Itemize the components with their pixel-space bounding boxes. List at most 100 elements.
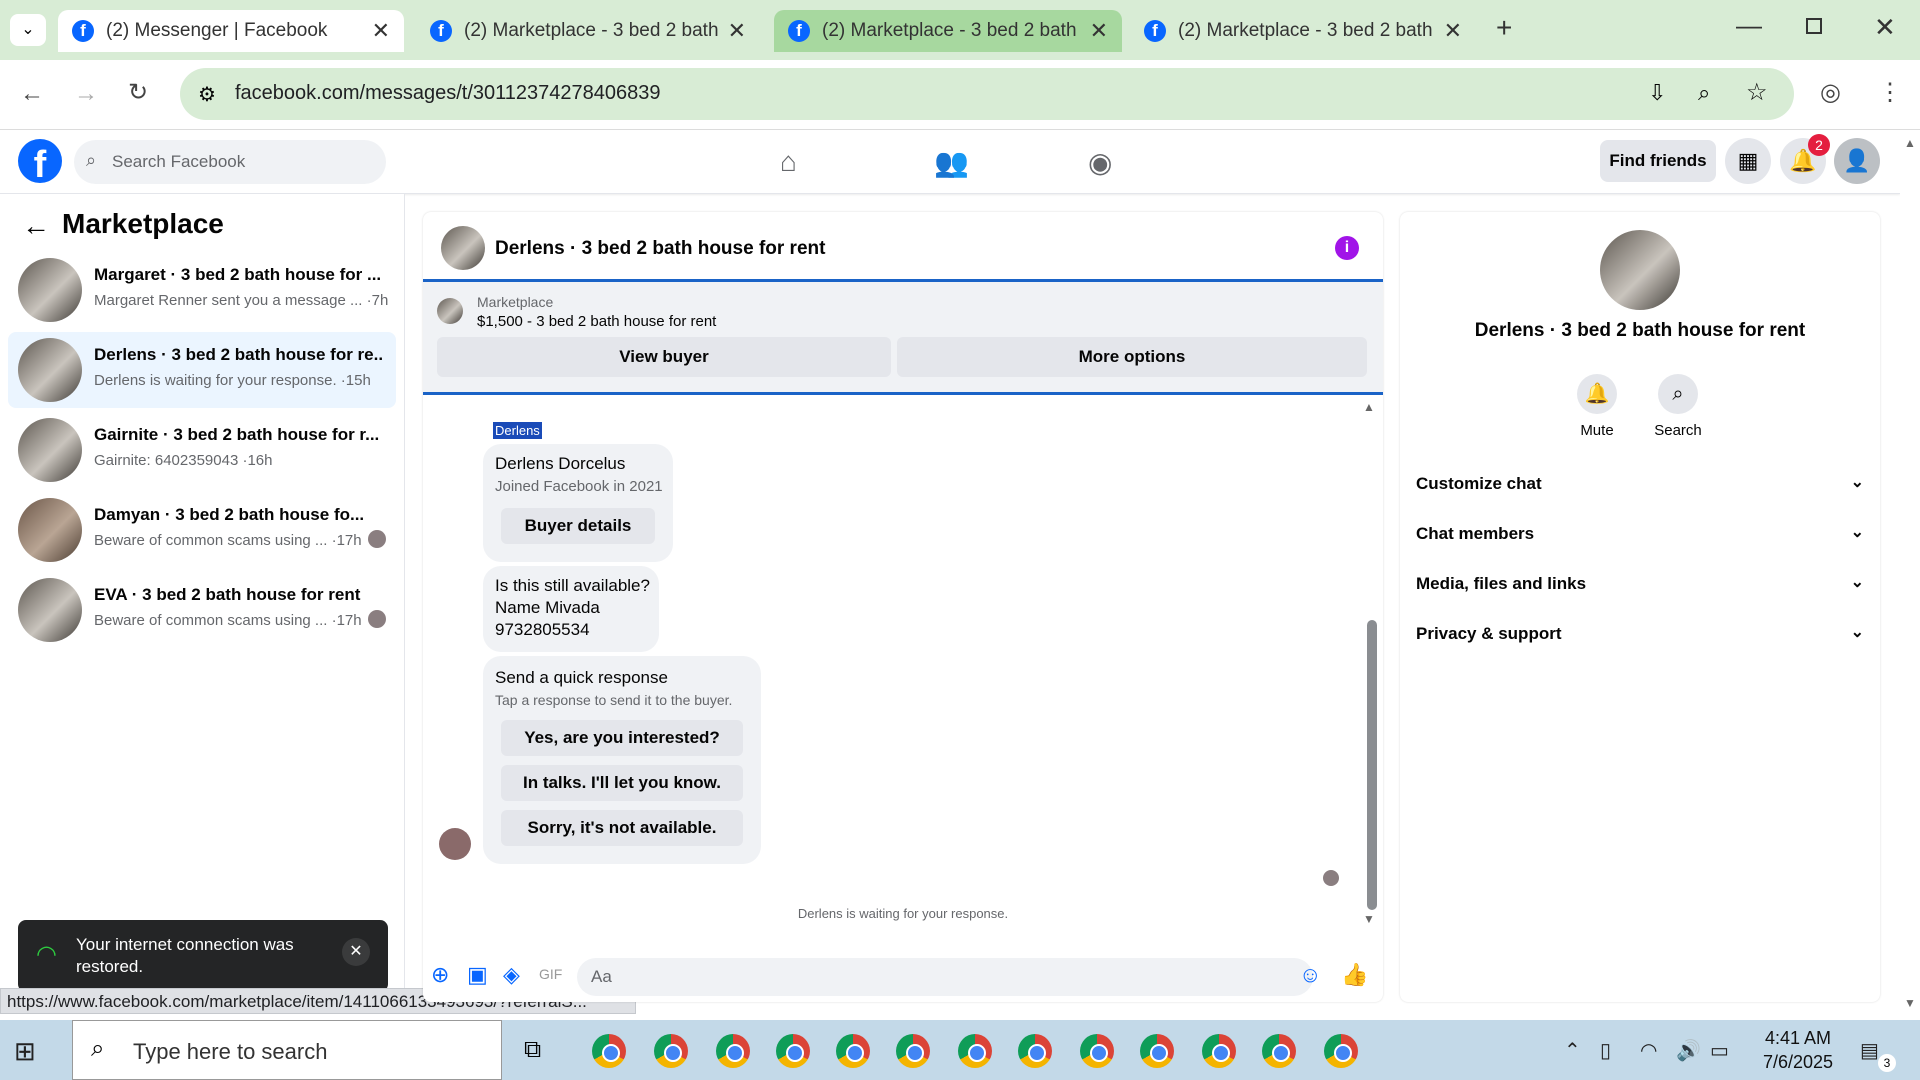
network-icon[interactable]: ◠	[1640, 1038, 1657, 1063]
windows-start-icon[interactable]: ⊞	[14, 1036, 36, 1067]
minimize-window-icon[interactable]: —	[1736, 10, 1762, 41]
friends-icon[interactable]: 👥	[934, 146, 969, 179]
chrome-taskbar-icon[interactable]	[836, 1034, 870, 1068]
profile-icon[interactable]: ◎	[1820, 78, 1841, 107]
scroll-down-arrow[interactable]: ▼	[1363, 912, 1375, 926]
sidebar-title: Marketplace	[62, 208, 224, 239]
find-friends-button[interactable]: Find friends	[1600, 140, 1716, 182]
groups-icon[interactable]: ◉	[1088, 146, 1112, 179]
facebook-search-input[interactable]: ⌕ Search Facebook	[74, 140, 386, 184]
sticker-icon[interactable]: ◈	[503, 962, 520, 988]
back-arrow-icon[interactable]: ←	[22, 210, 50, 242]
chrome-taskbar-icon[interactable]	[1140, 1034, 1174, 1068]
like-thumb-icon[interactable]: 👍	[1341, 962, 1368, 988]
tab-marketplace-1[interactable]: f (2) Marketplace - 3 bed 2 bath h ✕	[416, 10, 760, 52]
conversation-item[interactable]: EVA · 3 bed 2 bath house for rent Beware…	[8, 572, 396, 648]
menu-grid-icon[interactable]: ▦	[1725, 138, 1771, 184]
add-icon[interactable]: ⊕	[431, 962, 449, 988]
quick-response-button[interactable]: In talks. I'll let you know.	[501, 765, 743, 801]
chat-members-section[interactable]: Chat members ⌄	[1416, 512, 1864, 556]
gif-icon[interactable]: GIF	[539, 966, 562, 982]
customize-chat-section[interactable]: Customize chat ⌄	[1416, 462, 1864, 506]
chrome-taskbar-icon[interactable]	[592, 1034, 626, 1068]
page-scrollbar[interactable]: ▲ ▼	[1900, 130, 1920, 1014]
back-icon[interactable]: ←	[20, 80, 44, 108]
close-tab-icon[interactable]: ✕	[1444, 18, 1462, 44]
new-tab-icon[interactable]: +	[1496, 12, 1512, 44]
show-hidden-icons-chevron[interactable]: ⌃	[1564, 1038, 1581, 1063]
tab-messenger[interactable]: f (2) Messenger | Facebook ✕	[58, 10, 404, 52]
conversation-item[interactable]: Margaret · 3 bed 2 bath house for ... Ma…	[8, 252, 396, 328]
site-info-icon[interactable]: ⚙	[198, 82, 216, 107]
chrome-taskbar-icon[interactable]	[1324, 1034, 1358, 1068]
close-window-icon[interactable]: ✕	[1874, 12, 1896, 43]
address-bar[interactable]: ⚙ facebook.com/messages/t/30112374278406…	[180, 68, 1794, 120]
taskbar-clock[interactable]: 4:41 AM 7/6/2025	[1748, 1026, 1848, 1074]
zoom-icon[interactable]: ⌕	[1698, 80, 1710, 106]
quick-response-button[interactable]: Sorry, it's not available.	[501, 810, 743, 846]
conversation-item[interactable]: Gairnite · 3 bed 2 bath house for r... G…	[8, 412, 396, 488]
message-input[interactable]	[577, 958, 1313, 996]
chrome-taskbar-icon[interactable]	[654, 1034, 688, 1068]
tab-marketplace-2-active[interactable]: f (2) Marketplace - 3 bed 2 bath h ✕	[774, 10, 1122, 52]
task-view-icon[interactable]: ⧉	[524, 1036, 541, 1064]
sender-avatar[interactable]	[439, 828, 471, 860]
chrome-taskbar-icon[interactable]	[776, 1034, 810, 1068]
mute-button[interactable]: 🔔 Mute	[1557, 374, 1637, 439]
install-app-icon[interactable]: ⇩	[1648, 80, 1666, 106]
home-icon[interactable]: ⌂	[780, 146, 797, 178]
info-icon[interactable]: i	[1335, 236, 1359, 260]
conversation-item-active[interactable]: Derlens · 3 bed 2 bath house for re... D…	[8, 332, 396, 408]
facebook-logo[interactable]: f	[18, 139, 62, 183]
close-tab-icon[interactable]: ✕	[1090, 18, 1108, 44]
avatar[interactable]	[441, 226, 485, 270]
chrome-taskbar-icon[interactable]	[896, 1034, 930, 1068]
buyer-details-button[interactable]: Buyer details	[501, 508, 655, 544]
more-options-button[interactable]: More options	[897, 337, 1367, 377]
conversation-preview: Derlens is waiting for your response. ·1…	[94, 372, 371, 389]
quick-response-button[interactable]: Yes, are you interested?	[501, 720, 743, 756]
taskbar-search-box[interactable]: ⌕ Type here to search	[72, 1020, 502, 1080]
quick-response-subtitle: Tap a response to send it to the buyer.	[495, 692, 733, 708]
media-files-links-section[interactable]: Media, files and links ⌄	[1416, 562, 1864, 606]
toast-close-button[interactable]: ✕	[342, 938, 370, 966]
quick-response-title: Send a quick response	[495, 668, 668, 687]
browser-menu-icon[interactable]: ⋮	[1878, 78, 1902, 107]
emoji-icon[interactable]: ☺	[1299, 962, 1321, 988]
toast-message: Your internet connection was restored.	[76, 935, 294, 976]
chrome-taskbar-icon[interactable]	[958, 1034, 992, 1068]
search-conversation-button[interactable]: ⌕ Search	[1638, 374, 1718, 439]
forward-icon[interactable]: →	[74, 80, 98, 108]
device-icon[interactable]: ▯	[1600, 1038, 1611, 1063]
item-thumbnail[interactable]	[437, 298, 463, 324]
close-tab-icon[interactable]: ✕	[372, 18, 390, 44]
tab-search-dropdown-icon[interactable]: ⌄	[10, 14, 46, 46]
volume-icon[interactable]: 🔊	[1676, 1038, 1701, 1063]
chrome-taskbar-icon[interactable]	[1262, 1034, 1296, 1068]
chrome-taskbar-icon-active[interactable]	[716, 1034, 750, 1068]
avatar[interactable]	[1600, 230, 1680, 310]
conversation-item[interactable]: Damyan · 3 bed 2 bath house fo... Beware…	[8, 492, 396, 568]
search-icon: ⌕	[91, 1035, 105, 1062]
photo-icon[interactable]: ▣	[467, 962, 488, 988]
action-center-icon[interactable]: ▤	[1860, 1038, 1879, 1063]
privacy-support-section[interactable]: Privacy & support ⌄	[1416, 612, 1864, 656]
listing-title[interactable]: $1,500 - 3 bed 2 bath house for rent	[477, 313, 716, 330]
close-tab-icon[interactable]: ✕	[728, 18, 746, 44]
chrome-taskbar-icon[interactable]	[1202, 1034, 1236, 1068]
page-scroll-up-arrow[interactable]: ▲	[1904, 136, 1916, 150]
reload-icon[interactable]: ↻	[128, 78, 148, 107]
tab-marketplace-3[interactable]: f (2) Marketplace - 3 bed 2 bath h ✕	[1130, 10, 1476, 52]
view-buyer-button[interactable]: View buyer	[437, 337, 891, 377]
chrome-taskbar-icon[interactable]	[1080, 1034, 1114, 1068]
chat-title[interactable]: Derlens · 3 bed 2 bath house for rent	[495, 238, 825, 260]
chrome-taskbar-icon[interactable]	[1018, 1034, 1052, 1068]
page-scroll-down-arrow[interactable]: ▼	[1904, 996, 1916, 1010]
restore-window-icon[interactable]	[1806, 18, 1822, 34]
chat-scrollbar[interactable]	[1367, 620, 1377, 910]
battery-icon[interactable]: ▭	[1710, 1038, 1729, 1063]
scroll-up-arrow[interactable]: ▲	[1363, 400, 1375, 414]
account-avatar[interactable]: 👤	[1834, 138, 1880, 184]
url-text[interactable]: facebook.com/messages/t/3011237427840683…	[235, 82, 661, 105]
bookmark-star-icon[interactable]: ☆	[1746, 78, 1768, 107]
